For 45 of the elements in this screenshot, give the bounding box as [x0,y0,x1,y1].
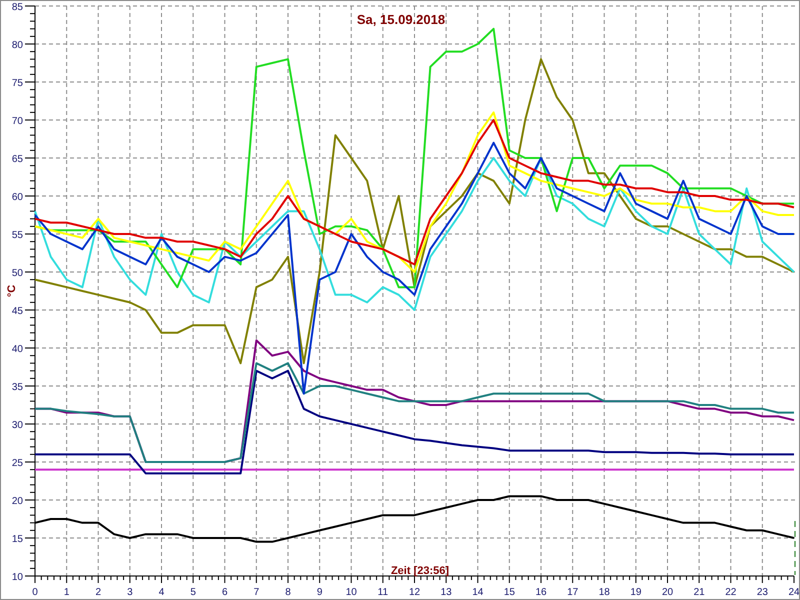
axis-tick-label: 40 [12,344,23,355]
axis-tick-label: 80 [12,40,23,51]
axis-tick-label: 4 [158,587,164,598]
axis-tick-label: 5 [190,587,196,598]
axis-tick-label: 60 [12,192,23,203]
x-axis-label: Zeit [23:56] [390,565,450,577]
axis-tick-label: 2 [95,587,102,598]
chart-title: Sa, 15.09.2018 [356,12,446,27]
axis-tick-label: 24 [788,587,799,598]
axis-tick-label: 22 [725,587,736,598]
axis-tick-label: 15 [504,587,515,598]
axis-tick-label: 35 [12,382,23,393]
time-cursor-line [794,520,796,576]
axis-tick-label: 7 [254,587,260,598]
axis-tick-label: 19 [630,587,642,598]
axis-tick-label: 30 [12,420,23,431]
axis-tick-label: 11 [378,587,388,598]
axis-tick-label: 21 [694,587,705,598]
y-axis-label: °C [6,284,18,298]
axis-tick-label: 18 [598,587,610,598]
axis-tick-label: 17 [567,587,578,598]
axis-tick-label: 9 [316,587,322,598]
axis-tick-label: 14 [472,587,484,598]
axis-tick-label: 16 [535,587,547,598]
axis-tick-label: 3 [127,587,133,598]
axis-tick-label: 65 [12,154,23,165]
axis-tick-label: 13 [440,587,452,598]
axis-tick-label: 85 [12,2,23,13]
axis-tick-label: 12 [408,587,420,598]
axis-tick-label: 10 [346,587,357,598]
axis-tick-label: 6 [222,587,228,598]
axis-tick-label: 55 [12,230,23,241]
axis-tick-label: 8 [285,587,291,598]
axis-tick-label: 20 [662,587,674,598]
axis-tick-label: 25 [12,458,23,469]
axis-tick-label: 0 [32,587,38,598]
axis-tick-label: 70 [12,116,23,127]
axis-tick-label: 15 [12,534,23,545]
axis-tick-label: 20 [12,496,23,507]
axis-tick-label: 23 [756,587,768,598]
axis-tick-label: 50 [12,268,23,279]
axis-tick-label: 1 [64,587,70,598]
axis-tick-label: 45 [12,306,23,317]
axis-tick-label: 10 [12,572,23,583]
axis-tick-label: 75 [12,78,23,89]
